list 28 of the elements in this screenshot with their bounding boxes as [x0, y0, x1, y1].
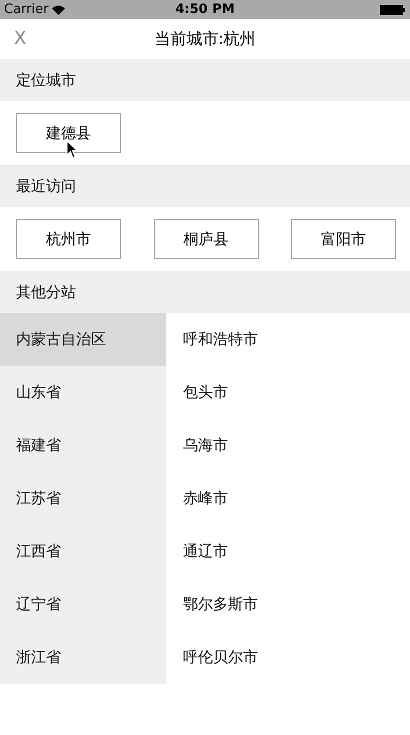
city-item[interactable]: 鄂尔多斯市 [166, 578, 410, 631]
carrier-label: Carrier [4, 2, 48, 17]
province-item[interactable]: 江苏省 [0, 472, 166, 525]
city-button[interactable]: 杭州市 [16, 219, 121, 259]
city-item[interactable]: 呼和浩特市 [166, 313, 410, 366]
city-item[interactable]: 呼伦贝尔市 [166, 631, 410, 684]
city-item[interactable]: 通辽市 [166, 525, 410, 578]
city-item[interactable]: 乌海市 [166, 419, 410, 472]
province-item[interactable]: 辽宁省 [0, 578, 166, 631]
province-item[interactable]: 江西省 [0, 525, 166, 578]
province-item[interactable]: 山东省 [0, 366, 166, 419]
battery-icon [380, 4, 406, 14]
city-button[interactable]: 桐庐县 [154, 219, 258, 259]
city-item[interactable]: 包头市 [166, 366, 410, 419]
cursor-icon [66, 140, 78, 159]
city-button[interactable]: 富阳市 [291, 219, 396, 259]
city-item[interactable]: 赤峰市 [166, 472, 410, 525]
province-item[interactable]: 福建省 [0, 419, 166, 472]
section-header: 最近访问 [0, 165, 410, 207]
section-header: 定位城市 [0, 59, 410, 101]
close-button[interactable]: X [10, 28, 30, 49]
city-button[interactable]: 建德县 [16, 113, 121, 153]
page-title: 当前城市:杭州 [154, 28, 256, 50]
section-header: 其他分站 [0, 271, 410, 313]
status-time: 4:50 PM [175, 2, 235, 17]
province-item[interactable]: 浙江省 [0, 631, 166, 684]
province-item[interactable]: 内蒙古自治区 [0, 313, 166, 366]
wifi-icon [52, 4, 66, 14]
